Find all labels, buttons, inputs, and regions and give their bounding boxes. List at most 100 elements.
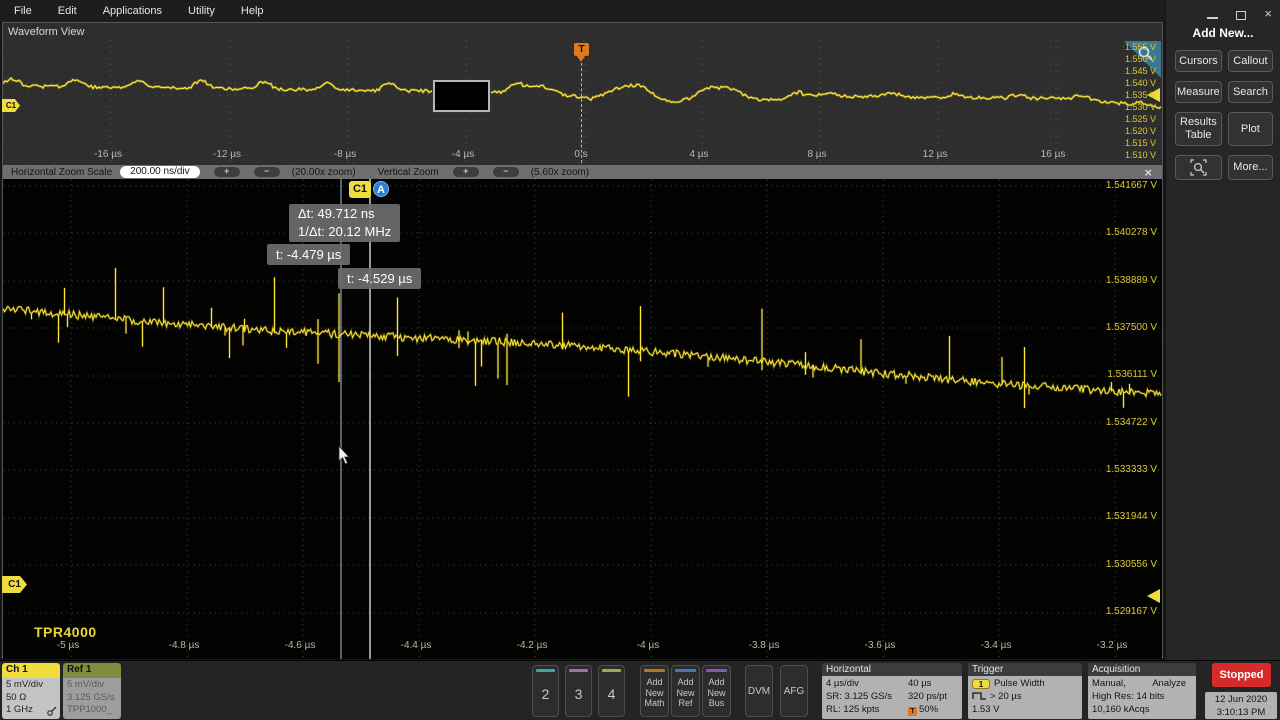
menu-edit[interactable]: Edit [58, 5, 77, 17]
channel-3-number: 3 [566, 686, 591, 702]
channel-2-color-stripe [536, 669, 555, 672]
overview-time-tick: -4 µs [452, 149, 474, 160]
channel-4-button[interactable]: 4 [598, 665, 625, 717]
mouse-pointer-icon [338, 446, 352, 466]
magnifier-select-icon [1190, 159, 1207, 176]
trigger-condition: > 20 µs [990, 691, 1022, 702]
trigger-marker-tip [577, 56, 585, 62]
overview-voltage-tick: 1.545 V [1096, 66, 1156, 76]
add-new-bus-button[interactable]: Add New Bus [702, 665, 731, 717]
cursor-source-badge[interactable]: C1 [349, 181, 371, 198]
probe-icon [47, 706, 57, 716]
h-zoom-minus-button[interactable]: − [254, 167, 280, 177]
ref-color-stripe [675, 669, 696, 672]
v-zoom-label: Vertical Zoom [378, 167, 439, 178]
acquisition-panel[interactable]: Acquisition Manual, Analyze High Res: 14… [1088, 663, 1196, 719]
menu-file[interactable]: File [14, 5, 32, 17]
dvm-button[interactable]: DVM [745, 665, 773, 717]
channel-2-button[interactable]: 2 [532, 665, 559, 717]
overview-voltage-tick: 1.540 V [1096, 78, 1156, 88]
right-panel: × Add New... Cursors Callout Measure Sea… [1166, 0, 1280, 660]
bottom-settings-bar: Ch 1 5 mV/div 50 Ω 1 GHz Ref 1 5 mV/div … [0, 660, 1280, 720]
add-new-button-grid: Cursors Callout Measure Search Results T… [1166, 40, 1280, 180]
zoom-voltage-tick: 1.538889 V [1075, 275, 1157, 286]
trigger-position-icon: T [908, 707, 917, 716]
channel-1-badge[interactable]: Ch 1 5 mV/div 50 Ω 1 GHz [2, 663, 60, 719]
horizontal-panel[interactable]: Horizontal 4 µs/div 40 µs SR: 3.125 GS/s… [822, 663, 962, 719]
afg-label: AFG [781, 686, 807, 697]
h-resolution: 320 ps/pt [908, 690, 958, 703]
acquisition-title: Acquisition [1088, 663, 1196, 676]
overview-time-tick: 12 µs [923, 149, 948, 160]
zoom-time-tick: -3.4 µs [981, 640, 1012, 651]
close-icon[interactable]: × [1264, 7, 1272, 21]
afg-button[interactable]: AFG [780, 665, 808, 717]
cursor-a-badge[interactable]: A [373, 181, 389, 197]
zoom-voltage-tick: 1.531944 V [1075, 511, 1157, 522]
menu-applications[interactable]: Applications [103, 5, 162, 17]
minimize-icon[interactable] [1207, 17, 1218, 19]
zoom-time-tick: -4 µs [637, 640, 659, 651]
add-new-ref-button[interactable]: Add New Ref [671, 665, 700, 717]
cursors-button[interactable]: Cursors [1175, 50, 1222, 72]
cursor-a-time-readout[interactable]: t: -4.479 µs [267, 244, 350, 265]
add-new-bus-label: Add New Bus [703, 677, 730, 709]
zoom-voltage-tick: 1.537500 V [1075, 322, 1157, 333]
overview-time-tick: -16 µs [94, 149, 122, 160]
zoom-channel-level-arrow[interactable] [1147, 589, 1160, 603]
run-stop-status-button[interactable]: Stopped [1212, 663, 1271, 687]
cursor-delta-readout[interactable]: Δt: 49.712 ns 1/Δt: 20.12 MHz [289, 204, 400, 242]
zoom-close-icon[interactable]: × [1144, 165, 1152, 180]
ref-1-badge[interactable]: Ref 1 5 mV/div 3.125 GS/s TPP1000_ [63, 663, 121, 719]
trigger-title: Trigger [968, 663, 1082, 676]
ref-1-name: Ref 1 [63, 663, 121, 678]
ch1-impedance: 50 Ω [6, 692, 56, 705]
h-zoom-scale-value[interactable]: 200.00 ns/div [120, 166, 200, 178]
ch1-scale: 5 mV/div [6, 679, 56, 692]
oscilloscope-app: File Edit Applications Utility Help Wave… [0, 0, 1280, 720]
zoom-voltage-tick: 1.536111 V [1075, 369, 1157, 380]
channel-3-color-stripe [569, 669, 588, 672]
v-zoom-plus-button[interactable]: + [453, 167, 479, 177]
zoom-select-button[interactable] [1175, 155, 1222, 180]
search-button[interactable]: Search [1228, 81, 1273, 103]
add-new-math-button[interactable]: Add New Math [640, 665, 669, 717]
zoom-control-bar: Horizontal Zoom Scale 200.00 ns/div + − … [3, 165, 1162, 179]
callout-button[interactable]: Callout [1228, 50, 1273, 72]
menu-utility[interactable]: Utility [188, 5, 215, 17]
overview-zoom-selection-box[interactable] [433, 80, 490, 112]
trigger-position-line [581, 63, 582, 163]
cursor-b-time-readout[interactable]: t: -4.529 µs [338, 268, 421, 289]
measure-button[interactable]: Measure [1175, 81, 1222, 103]
h-recordlength: RL: 125 kpts [826, 703, 908, 716]
zoom-view-plot[interactable] [3, 179, 1162, 659]
results-table-button[interactable]: Results Table [1175, 112, 1222, 146]
zoom-voltage-tick: 1.540278 V [1075, 227, 1157, 238]
model-label: TPR4000 [34, 624, 97, 640]
overview-time-tick: 16 µs [1041, 149, 1066, 160]
overview-voltage-tick: 1.525 V [1096, 114, 1156, 124]
channel-2-number: 2 [533, 686, 558, 702]
restore-icon[interactable] [1236, 11, 1246, 20]
more-button[interactable]: More... [1228, 155, 1273, 180]
window-controls: × [1207, 6, 1272, 22]
channel-3-button[interactable]: 3 [565, 665, 592, 717]
overview-voltage-tick: 1.535 V [1096, 90, 1156, 100]
overview-time-tick: 4 µs [689, 149, 708, 160]
trigger-marker-icon[interactable]: T [574, 43, 589, 56]
zoom-time-tick: -5 µs [57, 640, 79, 651]
h-samplerate: SR: 3.125 GS/s [826, 690, 908, 703]
pulse-glyph-icon [972, 691, 987, 700]
overview-voltage-tick: 1.515 V [1096, 138, 1156, 148]
overview-time-tick: -8 µs [334, 149, 356, 160]
h-zoom-plus-button[interactable]: + [214, 167, 240, 177]
zoom-time-tick: -3.8 µs [749, 640, 780, 651]
overview-voltage-tick: 1.550 V [1096, 54, 1156, 64]
plot-button[interactable]: Plot [1228, 112, 1273, 146]
v-zoom-minus-button[interactable]: − [493, 167, 519, 177]
view-tab-waveform[interactable]: Waveform View [8, 26, 84, 38]
overview-time-tick: 0 s [574, 149, 587, 160]
menu-help[interactable]: Help [241, 5, 264, 17]
h-trigger-position: 50% [919, 704, 938, 715]
trigger-panel[interactable]: Trigger 1Pulse Width > 20 µs 1.53 V [968, 663, 1082, 719]
